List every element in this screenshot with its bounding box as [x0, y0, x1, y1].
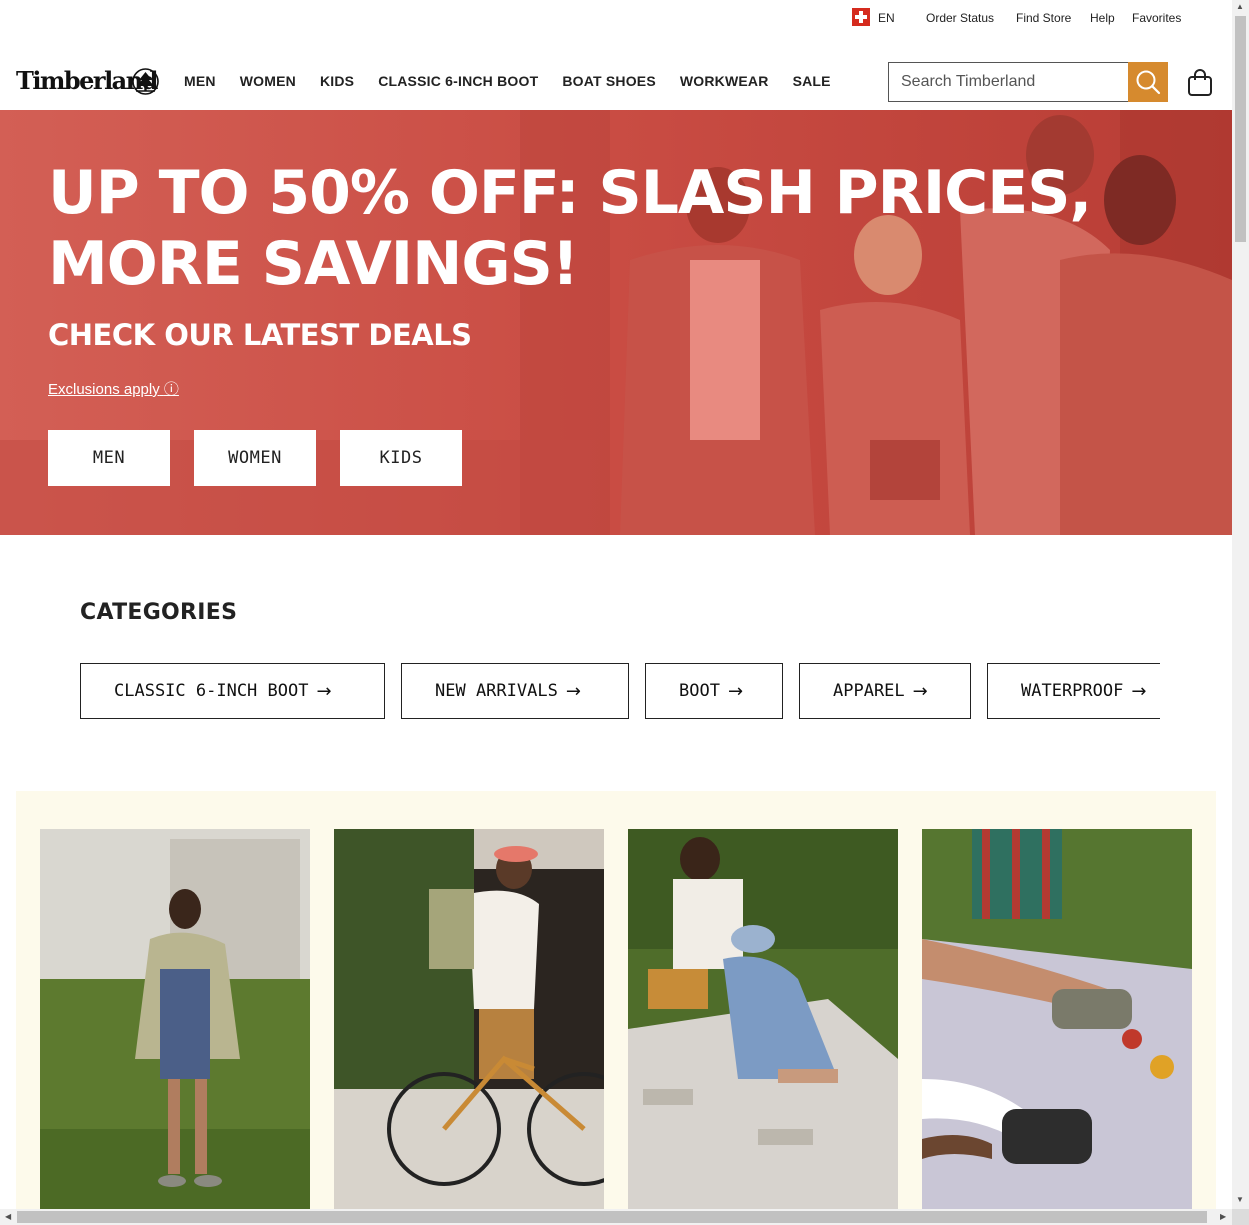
- couple-picnic-image: [628, 829, 898, 1209]
- find-store-link[interactable]: Find Store: [1016, 11, 1071, 25]
- nav-workwear[interactable]: WORKWEAR: [680, 73, 769, 89]
- hero-women-button[interactable]: WOMEN: [194, 430, 316, 486]
- arrow-right-icon: →: [316, 680, 332, 702]
- woman-walking-image: [40, 829, 310, 1209]
- search-input[interactable]: [889, 63, 1129, 101]
- nav-women[interactable]: WOMEN: [240, 73, 296, 89]
- sandals-picnic-image: [922, 829, 1192, 1209]
- shopping-bag-icon[interactable]: [1187, 69, 1213, 97]
- exclusions-label: Exclusions apply: [48, 381, 160, 398]
- scroll-left-icon[interactable]: ◀: [5, 1212, 11, 1221]
- nav-kids[interactable]: KIDS: [320, 73, 354, 89]
- scroll-right-icon[interactable]: ▶: [1220, 1212, 1226, 1221]
- category-boot[interactable]: BOOT →: [645, 663, 783, 719]
- category-label: WATERPROOF: [1021, 681, 1124, 701]
- info-icon: ⓘ: [163, 381, 179, 398]
- category-label: CLASSIC 6-INCH BOOT: [114, 681, 309, 701]
- category-apparel[interactable]: APPAREL →: [799, 663, 971, 719]
- order-status-link[interactable]: Order Status: [926, 11, 994, 25]
- help-link[interactable]: Help: [1090, 11, 1115, 25]
- hero-title-line-2: MORE SAVINGS!: [48, 229, 579, 299]
- categories-title: CATEGORIES: [80, 600, 238, 625]
- vertical-scroll-thumb[interactable]: [1235, 16, 1246, 242]
- favorites-link[interactable]: Favorites: [1132, 11, 1181, 25]
- nav-men[interactable]: MEN: [184, 73, 216, 89]
- arrow-right-icon: →: [565, 680, 581, 702]
- arrow-right-icon: →: [727, 680, 744, 702]
- man-with-bike-image: [334, 829, 604, 1209]
- hero-title-line-1: UP TO 50% OFF: SLASH PRICES,: [48, 158, 1092, 228]
- category-new-arrivals[interactable]: NEW ARRIVALS →: [401, 663, 629, 719]
- arrow-right-icon: →: [912, 680, 928, 702]
- exclusions-link[interactable]: Exclusions apply ⓘ: [48, 378, 179, 399]
- scrollbar-corner: [1232, 1209, 1249, 1225]
- hero-men-button[interactable]: MEN: [48, 430, 170, 486]
- utility-bar: EN Order Status Find Store Help Favorite…: [0, 0, 1232, 36]
- nav-boat-shoes[interactable]: BOAT SHOES: [562, 73, 656, 89]
- scroll-down-icon[interactable]: ▼: [1236, 1195, 1244, 1204]
- promo-tile-4[interactable]: [922, 829, 1192, 1209]
- nav-classic-6-inch-boot[interactable]: CLASSIC 6-INCH BOOT: [378, 73, 538, 89]
- category-waterproof[interactable]: WATERPROOF →: [987, 663, 1160, 719]
- category-label: BOOT: [679, 681, 720, 701]
- page: EN Order Status Find Store Help Favorite…: [0, 0, 1232, 1209]
- main-nav: MEN WOMEN KIDS CLASSIC 6-INCH BOOT BOAT …: [184, 73, 855, 89]
- promo-tile-2[interactable]: [334, 829, 604, 1209]
- promo-tile-1[interactable]: [40, 829, 310, 1209]
- promo-tile-3[interactable]: [628, 829, 898, 1209]
- arrow-right-icon: →: [1131, 680, 1147, 702]
- category-classic-6-inch-boot[interactable]: CLASSIC 6-INCH BOOT →: [80, 663, 385, 719]
- scroll-up-icon[interactable]: ▲: [1236, 2, 1244, 11]
- hero-title: UP TO 50% OFF: SLASH PRICES, MORE SAVING…: [48, 158, 1148, 300]
- hero-kids-button[interactable]: KIDS: [340, 430, 462, 486]
- language-selector[interactable]: EN: [878, 11, 895, 25]
- site-header: Timberland MEN WOMEN KIDS CLASSIC 6-INCH…: [0, 36, 1232, 110]
- categories-row: CLASSIC 6-INCH BOOT → NEW ARRIVALS → BOOT →…: [80, 663, 1160, 719]
- vertical-scrollbar[interactable]: ▲ ▼: [1232, 0, 1249, 1209]
- horizontal-scroll-thumb[interactable]: [17, 1211, 1207, 1223]
- search-icon: [1136, 70, 1161, 95]
- tree-logo-icon[interactable]: [132, 68, 159, 95]
- promo-section: [16, 791, 1216, 1209]
- hero-buttons: MEN WOMEN KIDS: [48, 430, 462, 486]
- search-box: [888, 62, 1168, 102]
- horizontal-scrollbar[interactable]: ◀ ▶: [0, 1209, 1232, 1225]
- swiss-flag-icon[interactable]: [852, 8, 870, 26]
- category-label: APPAREL: [833, 681, 905, 701]
- nav-sale[interactable]: SALE: [793, 73, 831, 89]
- search-button[interactable]: [1128, 62, 1168, 102]
- category-label: NEW ARRIVALS: [435, 681, 558, 701]
- hero-banner[interactable]: UP TO 50% OFF: SLASH PRICES, MORE SAVING…: [0, 110, 1232, 535]
- hero-subtitle: CHECK OUR LATEST DEALS: [48, 318, 472, 352]
